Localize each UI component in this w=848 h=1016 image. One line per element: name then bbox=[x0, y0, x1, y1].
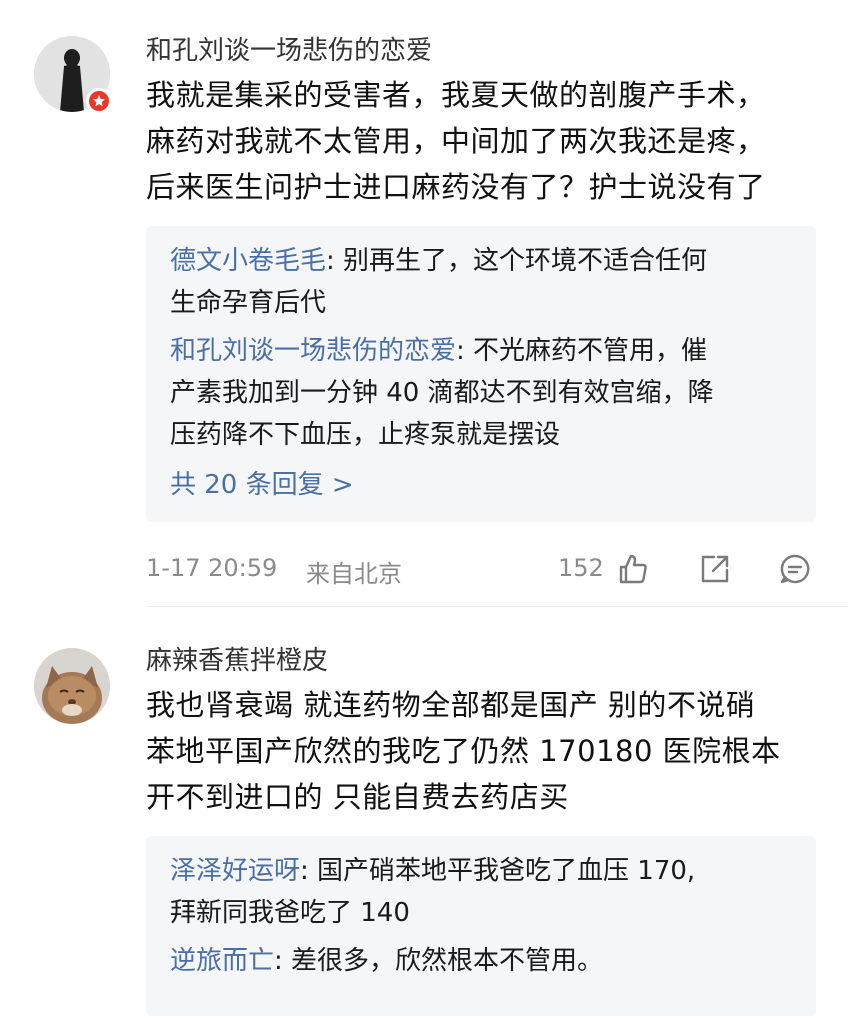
verified-badge-icon bbox=[86, 88, 112, 114]
reply-author[interactable]: 和孔刘谈一场悲伤的恋爱 bbox=[170, 336, 456, 366]
reply-text: 拜新同我爸吃了 140 bbox=[170, 898, 410, 928]
reply-item[interactable]: 泽泽好运呀: 国产硝苯地平我爸吃了血压 170, 拜新同我爸吃了 140 bbox=[170, 850, 792, 934]
reply-item[interactable]: 德文小卷毛毛: 别再生了，这个环境不适合任何 生命孕育后代 bbox=[170, 240, 792, 324]
reply-item[interactable]: 和孔刘谈一场悲伤的恋爱: 不光麻药不管用，催 产素我加到一分钟 40 滴都达不到… bbox=[170, 330, 792, 456]
avatar[interactable] bbox=[34, 648, 110, 724]
reply-text: 生命孕育后代 bbox=[170, 288, 327, 318]
reply-text: : 不光麻药不管用，催 bbox=[456, 336, 708, 366]
comment-body-line: 我就是集采的受害者，我夏天做的剖腹产手术， bbox=[146, 78, 766, 112]
reply-item[interactable]: 逆旅而亡: 差很多，欣然根本不管用。 bbox=[170, 940, 792, 982]
comment-body-line: 开不到进口的 只能自费去药店买 bbox=[146, 780, 569, 814]
reply-author[interactable]: 泽泽好运呀 bbox=[170, 856, 300, 886]
reply-text: : 国产硝苯地平我爸吃了血压 170, bbox=[300, 856, 696, 886]
avatar[interactable] bbox=[34, 36, 112, 114]
share-icon[interactable] bbox=[698, 552, 732, 586]
like-count: 152 bbox=[558, 554, 604, 582]
reply-author[interactable]: 逆旅而亡 bbox=[170, 946, 274, 976]
comment-location: 来自北京 bbox=[306, 560, 402, 588]
comment-body-line: 我也肾衰竭 就连药物全部都是国产 别的不说硝 bbox=[146, 688, 756, 722]
cat-face-icon bbox=[34, 648, 110, 724]
replies-panel: 德文小卷毛毛: 别再生了，这个环境不适合任何 生命孕育后代 和孔刘谈一场悲伤的恋… bbox=[146, 226, 816, 522]
comment-divider bbox=[146, 606, 848, 607]
replies-panel: 泽泽好运呀: 国产硝苯地平我爸吃了血压 170, 拜新同我爸吃了 140 逆旅而… bbox=[146, 836, 816, 1016]
comment-icon[interactable] bbox=[778, 552, 812, 586]
comment-body-line: 麻药对我就不太管用，中间加了两次我还是疼， bbox=[146, 124, 766, 158]
comment-username[interactable]: 麻辣香蕉拌橙皮 bbox=[146, 644, 328, 678]
comment-username[interactable]: 和孔刘谈一场悲伤的恋爱 bbox=[146, 34, 432, 68]
thumbs-up-icon[interactable] bbox=[616, 552, 650, 586]
comment-body: 我就是集采的受害者，我夏天做的剖腹产手术， 麻药对我就不太管用，中间加了两次我还… bbox=[146, 72, 826, 210]
comment-body: 我也肾衰竭 就连药物全部都是国产 别的不说硝 苯地平国产欣然的我吃了仍然 170… bbox=[146, 682, 826, 820]
reply-text: : 别再生了，这个环境不适合任何 bbox=[326, 246, 708, 276]
reply-text: 产素我加到一分钟 40 滴都达不到有效宫缩，降 bbox=[170, 378, 714, 408]
view-all-replies-link[interactable]: 共 20 条回复 > bbox=[170, 464, 354, 506]
reply-text: 压药降不下血压，止疼泵就是摆设 bbox=[170, 420, 561, 450]
reply-author[interactable]: 德文小卷毛毛 bbox=[170, 246, 326, 276]
reply-text: : 差很多，欣然根本不管用。 bbox=[274, 946, 604, 976]
comment-body-line: 后来医生问护士进口麻药没有了？护士说没有了 bbox=[146, 170, 766, 204]
comment-meta: 1-17 20:59 来自北京 152 bbox=[146, 548, 826, 588]
comment-body-line: 苯地平国产欣然的我吃了仍然 170180 医院根本 bbox=[146, 734, 781, 768]
comment-timestamp: 1-17 20:59 bbox=[146, 554, 278, 582]
